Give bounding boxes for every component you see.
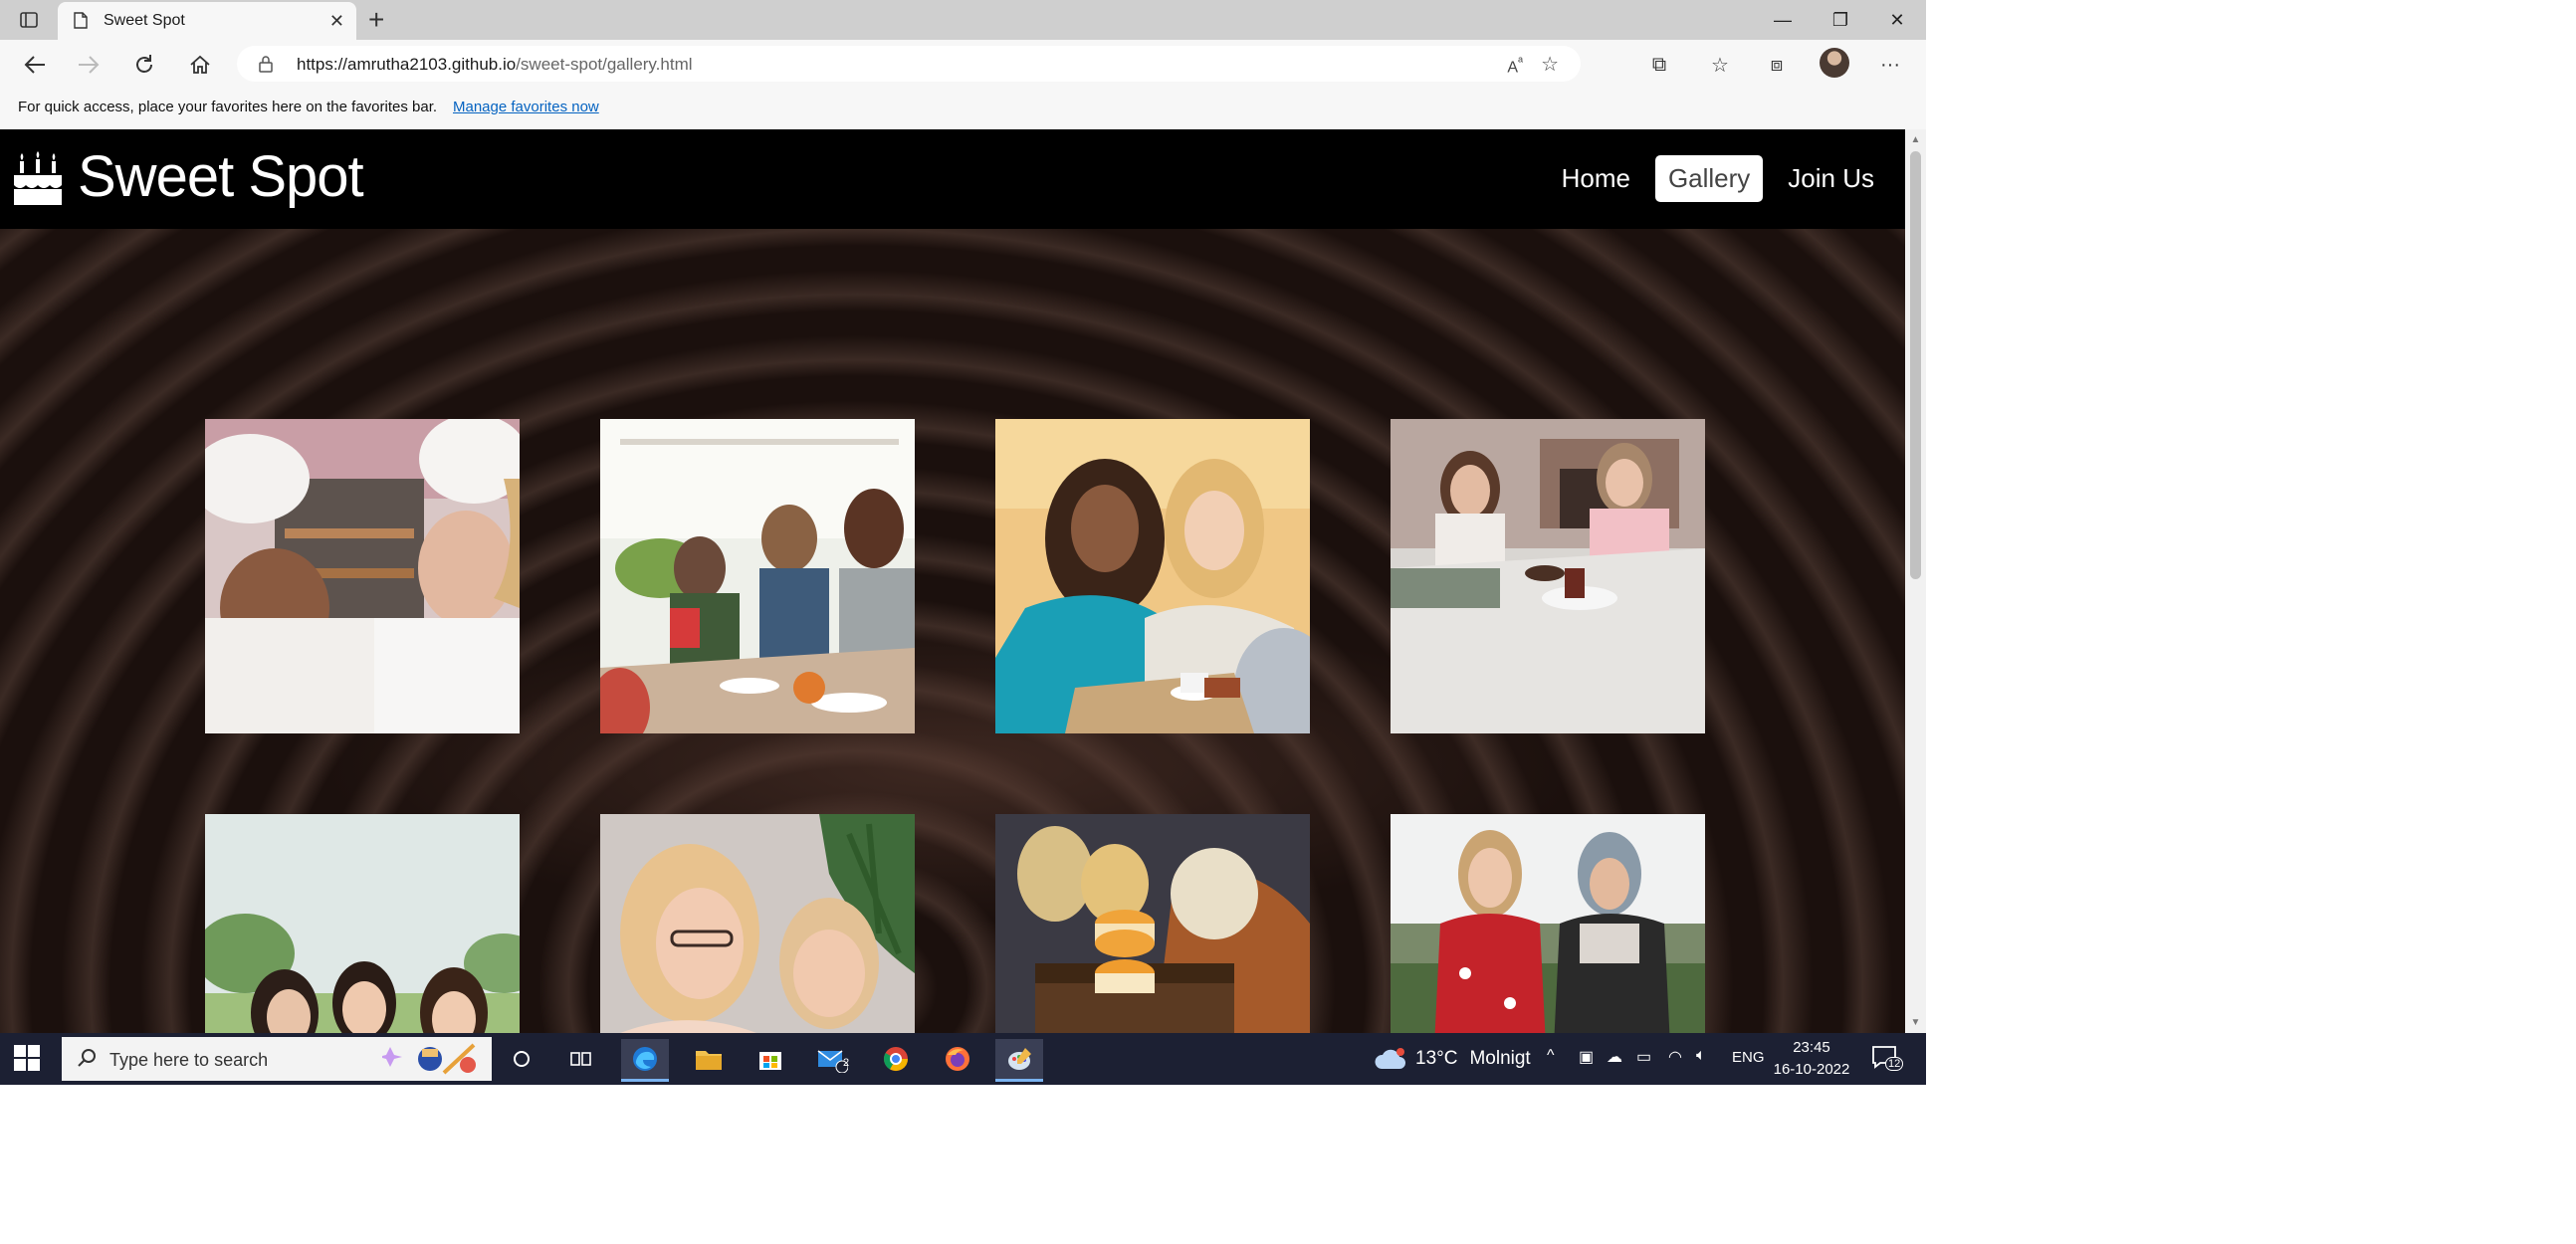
home-icon[interactable]	[185, 50, 215, 80]
chrome-icon[interactable]	[872, 1039, 920, 1079]
url-text: https://amrutha2103.github.io/sweet-spot…	[297, 55, 693, 75]
edge-browser-icon[interactable]	[621, 1039, 669, 1082]
refresh-icon[interactable]	[129, 50, 159, 80]
screen: Sweet Spot ✕ + — ❐ ✕ https://amrutha2103…	[0, 0, 1926, 1085]
forward-icon[interactable]	[74, 50, 104, 80]
page-viewport: Sweet Spot Home Gallery Join Us	[0, 129, 1905, 1033]
taskbar: Type here to search 2 13°C Molnigt ^ ▣ ☁…	[0, 1033, 1926, 1085]
clock-time: 23:45	[1793, 1039, 1830, 1056]
browser-tab[interactable]: Sweet Spot ✕	[58, 2, 356, 40]
notification-count: 12	[1885, 1057, 1904, 1071]
clock-date: 16-10-2022	[1773, 1061, 1850, 1078]
tab-actions-icon[interactable]	[12, 8, 46, 32]
task-view-icon[interactable]	[557, 1039, 605, 1079]
restore-icon[interactable]: ❐	[1816, 6, 1865, 34]
close-tab-icon[interactable]: ✕	[329, 10, 344, 32]
weather-temperature: 13°C	[1415, 1048, 1458, 1069]
back-icon[interactable]	[20, 50, 50, 80]
collections-icon[interactable]: ⧈	[1762, 50, 1792, 80]
gallery-photo-cafe-friends[interactable]	[600, 419, 915, 733]
search-placeholder: Type here to search	[109, 1050, 269, 1070]
url-path: /sweet-spot/gallery.html	[516, 55, 693, 74]
main-nav: Home Gallery Join Us	[1537, 155, 1887, 202]
mail-icon[interactable]: 2	[808, 1039, 856, 1079]
taskbar-search[interactable]: Type here to search	[62, 1037, 492, 1081]
meet-now-icon[interactable]: ▣	[1579, 1047, 1594, 1067]
new-tab-icon[interactable]: +	[368, 4, 384, 36]
cake-icon	[14, 150, 62, 205]
brand-name: Sweet Spot	[78, 144, 364, 209]
gallery-photo-women-tea[interactable]	[600, 814, 915, 1033]
cloud-icon	[1375, 1048, 1405, 1069]
url-host: https://amrutha2103.github.io	[297, 55, 517, 74]
scrollbar-thumb[interactable]	[1910, 151, 1921, 579]
gallery-photo-dessert-table[interactable]	[1391, 419, 1705, 733]
favorites-bar: For quick access, place your favorites h…	[0, 88, 1926, 130]
nav-join-us[interactable]: Join Us	[1775, 155, 1887, 202]
show-hidden-icons[interactable]: ^	[1547, 1047, 1555, 1065]
notification-center-icon[interactable]: 12	[1871, 1045, 1905, 1073]
mail-badge: 2	[843, 1057, 850, 1069]
nav-home[interactable]: Home	[1549, 155, 1643, 202]
page-icon	[74, 12, 88, 34]
brand-logo[interactable]: Sweet Spot	[12, 143, 364, 210]
add-favorite-icon[interactable]: ☆	[1541, 52, 1559, 77]
favorites-icon[interactable]: ☆	[1705, 50, 1735, 80]
page-scrollbar[interactable]: ▲ ▼	[1905, 129, 1926, 1033]
tab-strip: Sweet Spot ✕ + — ❐ ✕	[0, 0, 1926, 40]
language-indicator[interactable]: ENG	[1732, 1049, 1765, 1066]
gallery-photo-picnic-friends[interactable]	[205, 814, 520, 1033]
weather-description: Molnigt	[1469, 1048, 1531, 1069]
profile-avatar[interactable]	[1820, 48, 1849, 78]
cortana-icon[interactable]	[498, 1039, 545, 1079]
windows-start-icon[interactable]	[14, 1045, 44, 1073]
address-bar[interactable]: https://amrutha2103.github.io/sweet-spot…	[237, 46, 1581, 82]
gallery-photo-women-coffee[interactable]	[995, 419, 1310, 733]
search-icon	[78, 1048, 98, 1073]
close-window-icon[interactable]: ✕	[1872, 6, 1922, 34]
onedrive-icon[interactable]: ☁	[1607, 1047, 1622, 1067]
tab-title: Sweet Spot	[104, 12, 185, 29]
browser-toolbar: https://amrutha2103.github.io/sweet-spot…	[0, 40, 1926, 88]
paint-app-icon[interactable]	[995, 1039, 1043, 1082]
wifi-icon[interactable]: ◠	[1668, 1047, 1682, 1067]
lock-icon[interactable]	[259, 55, 273, 78]
read-aloud-icon[interactable]: Aᵃ	[1507, 54, 1523, 77]
volume-icon[interactable]: 🔈︎	[1696, 1047, 1706, 1065]
battery-icon[interactable]: ▭	[1636, 1047, 1651, 1067]
gallery-photo-macarons-pumpkins[interactable]	[995, 814, 1310, 1033]
weather-widget[interactable]: 13°C Molnigt	[1374, 1047, 1531, 1071]
search-highlight-art-icon	[382, 1043, 476, 1075]
gallery-photo-bakers[interactable]	[205, 419, 520, 733]
scroll-up-icon[interactable]: ▲	[1909, 133, 1922, 146]
scroll-down-icon[interactable]: ▼	[1909, 1016, 1922, 1029]
manage-favorites-link[interactable]: Manage favorites now	[453, 99, 599, 115]
site-header: Sweet Spot Home Gallery Join Us	[0, 129, 1905, 229]
file-explorer-icon[interactable]	[685, 1039, 733, 1079]
firefox-icon[interactable]	[934, 1039, 981, 1079]
extensions-icon[interactable]: ⧉	[1644, 50, 1674, 80]
system-clock[interactable]: 23:45 16-10-2022	[1767, 1037, 1856, 1081]
gallery-photo-garden-women[interactable]	[1391, 814, 1705, 1033]
store-icon[interactable]	[747, 1039, 794, 1079]
minimize-icon[interactable]: —	[1758, 6, 1808, 34]
more-options-icon[interactable]: ···	[1875, 50, 1905, 80]
favorites-message: For quick access, place your favorites h…	[18, 99, 438, 115]
nav-gallery[interactable]: Gallery	[1654, 155, 1764, 202]
